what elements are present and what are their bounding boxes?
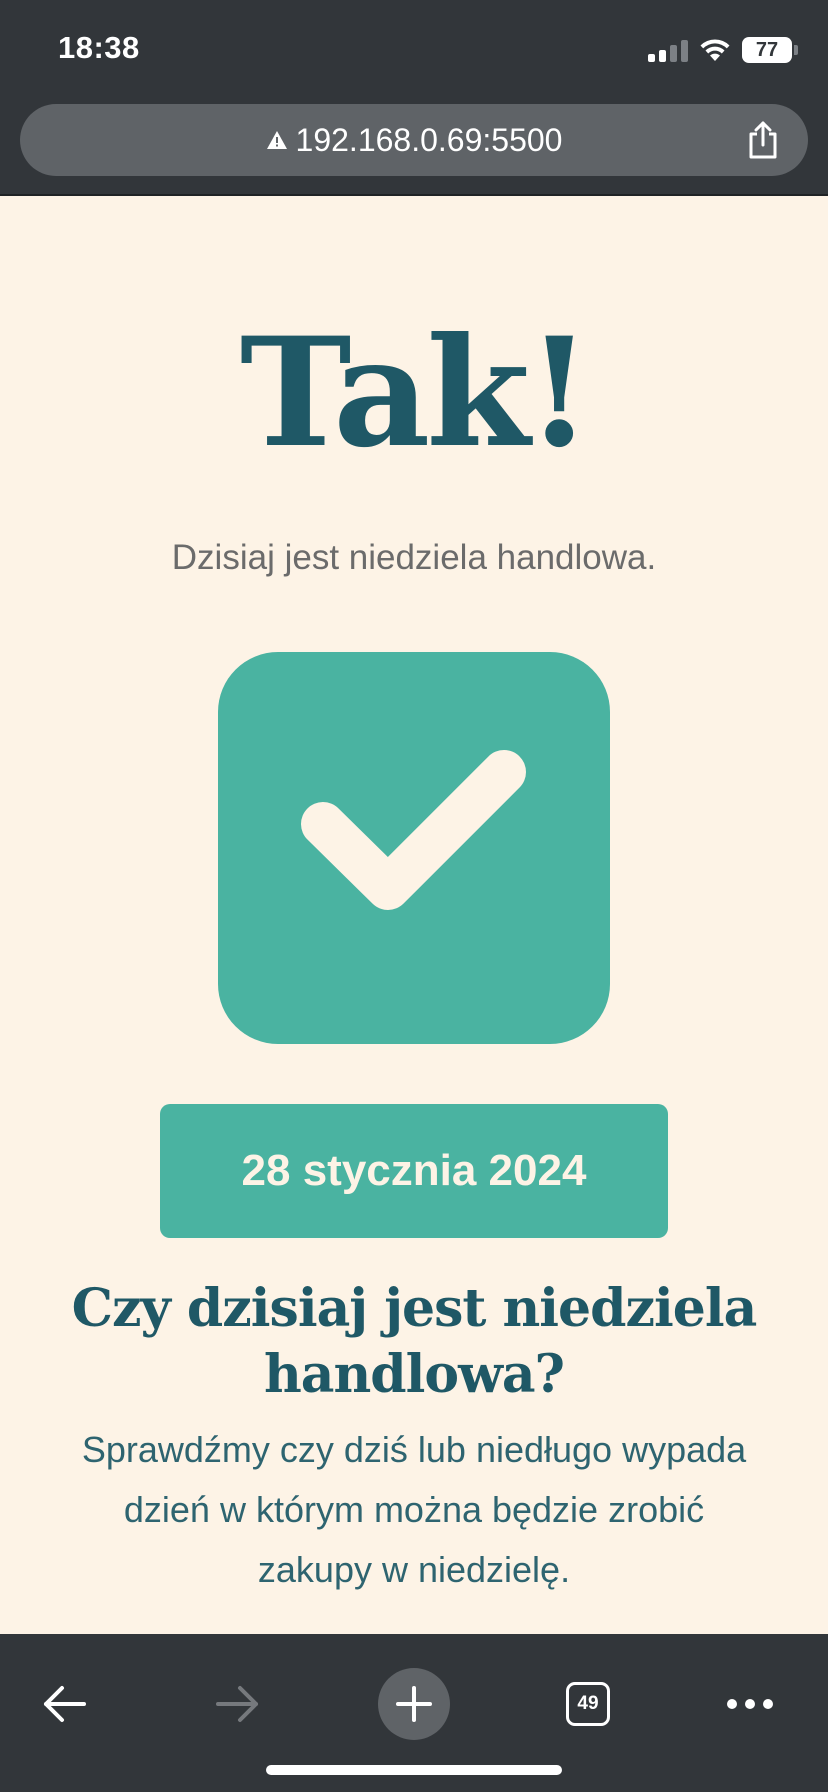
new-tab-button[interactable] [374,1664,454,1744]
date-badge: 28 stycznia 2024 [160,1104,668,1238]
battery-level: 77 [755,38,779,61]
status-indicators: 77 [648,34,798,66]
question-title: Czy dzisiaj jest niedziela handlowa? [71,1278,758,1405]
more-menu-button[interactable] [710,1664,790,1744]
cellular-signal-icon [648,38,688,62]
hero-title: Tak! [239,305,592,481]
more-dots-icon [727,1699,773,1709]
check-icon [301,750,526,910]
tabs-button[interactable]: 49 [548,1664,628,1744]
home-indicator [266,1765,562,1775]
battery-icon: 77 [742,37,798,63]
share-button[interactable] [744,120,782,160]
check-box [218,652,610,1044]
forward-arrow-icon [216,1686,258,1722]
address-bar[interactable]: 192.168.0.69:5500 [20,104,808,176]
browser-top-chrome: 18:38 77 192.168.0.69:5500 [0,0,828,196]
date-text: 28 stycznia 2024 [241,1146,587,1195]
share-icon [749,121,777,159]
url-text[interactable]: 192.168.0.69:5500 [296,122,563,159]
back-button[interactable] [24,1664,104,1744]
forward-button[interactable] [198,1664,278,1744]
status-time: 18:38 [58,30,140,65]
tabs-count: 49 [566,1682,610,1726]
page-content: Tak! Dzisiaj jest niedziela handlowa. 28… [0,198,828,1634]
plus-icon [396,1686,432,1722]
wifi-icon [700,39,730,61]
warning-icon [266,131,287,149]
back-arrow-icon [44,1686,86,1722]
hero-subtitle: Dzisiaj jest niedziela handlowa. [171,538,657,577]
description-text: Sprawdźmy czy dziś lub niedługo wypada d… [81,1429,747,1590]
